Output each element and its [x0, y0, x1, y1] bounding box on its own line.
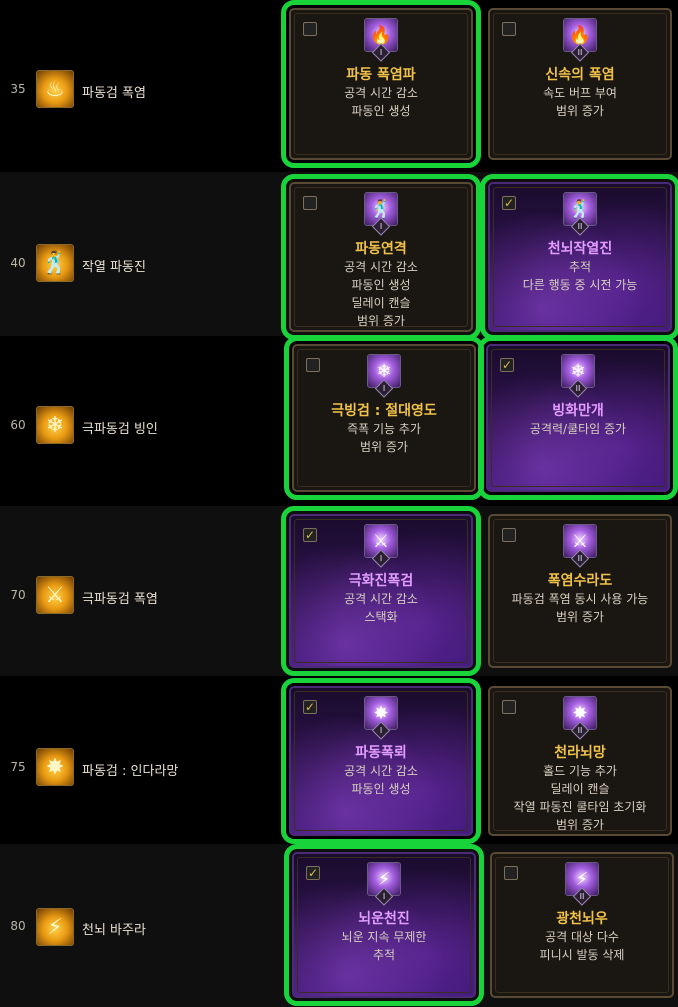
slash-rune-icon: ⚔ II	[563, 524, 597, 568]
skill-row-60: 60 ❄ 극파동검 빙인 ❄ I 극빙검 : 절대영도 즉폭 기능 추가 범위 증…	[0, 336, 678, 502]
skill-row-70: 70 ⚔ 극파동검 폭염 ✓ ⚔ I 극화진폭검 공격 시간 감소 스택화 ⚔ II…	[0, 506, 678, 676]
rune-checkbox[interactable]	[303, 22, 317, 36]
rune-desc-line: 파동인 생성	[351, 104, 411, 118]
rune-title: 빙화만개	[552, 403, 604, 419]
skill-name: 극파동검 빙인	[82, 422, 158, 437]
rune-title: 파동연격	[355, 241, 407, 257]
rune-title: 폭염수라도	[547, 573, 613, 589]
rune-desc-line: 공격력/쿨타임 증가	[529, 422, 627, 436]
rune-desc-line: 범위 증가	[360, 440, 408, 454]
thunder-cloud-icon: ⚡	[36, 908, 74, 946]
skill-row-75: 75 ✸ 파동검 : 인다라망 ✓ ✸ I 파동폭뢰 공격 시간 감소 파동인 생…	[0, 678, 678, 844]
rune-checkbox-checked[interactable]: ✓	[306, 866, 320, 880]
flame-rune-icon: 🔥 I	[364, 18, 398, 62]
skill-row-80: 80 ⚡ 천뇌 바주라 ✓ ⚡ I 뇌운천진 뇌운 지속 무제한 추적 ⚡ II 광…	[0, 844, 678, 1007]
rune-title: 극화진폭검	[348, 573, 414, 589]
rune-desc-line: 범위 증가	[556, 610, 604, 624]
rune-desc-line: 추적	[568, 260, 592, 274]
rune-checkbox[interactable]	[502, 528, 516, 542]
dancer-icon: 🕺	[36, 244, 74, 282]
flame-burst-icon: ♨	[36, 70, 74, 108]
rune-option-card[interactable]: 🕺 I 파동연격 공격 시간 감소 파동인 생성 딜레이 캔슬 범위 증가	[281, 174, 481, 340]
lightning-sphere-rune-icon: ✸ I	[364, 696, 398, 740]
rune-desc-line: 뇌운 지속 무제한	[341, 930, 427, 944]
flame-rune-icon: 🔥 II	[563, 18, 597, 62]
skill-name: 파동검 폭염	[82, 86, 146, 101]
rune-desc-line: 공격 시간 감소	[344, 86, 418, 100]
rune-checkbox-checked[interactable]: ✓	[303, 700, 317, 714]
rune-option-card[interactable]: ✸ II 천라뇌망 홀드 기능 추가 딜레이 캔슬 작열 파동진 쿨타임 초기화 …	[488, 686, 672, 836]
ice-crystal-rune-icon: ❄ I	[367, 354, 401, 398]
rune-option-card[interactable]: 🔥 I 파동 폭염파 공격 시간 감소 파동인 생성	[281, 0, 481, 168]
slash-rune-icon: ⚔ I	[364, 524, 398, 568]
rune-desc-line: 공격 시간 감소	[344, 260, 418, 274]
skill-level: 80	[10, 919, 26, 933]
rune-desc-line: 딜레이 캔슬	[351, 296, 411, 310]
skill-name: 파동검 : 인다라망	[82, 764, 179, 779]
rune-title: 광천뇌우	[556, 911, 608, 927]
rune-title: 극빙검 : 절대영도	[331, 403, 437, 419]
rune-desc-line: 범위 증가	[556, 818, 604, 832]
rune-option-card[interactable]: ❄ I 극빙검 : 절대영도 즉폭 기능 추가 범위 증가	[284, 336, 484, 500]
skill-name: 작열 파동진	[82, 260, 146, 275]
dancer-rune-icon: 🕺 I	[364, 192, 398, 236]
rune-checkbox-checked[interactable]: ✓	[500, 358, 514, 372]
dancer-rune-icon: 🕺 II	[563, 192, 597, 236]
lightning-sphere-icon: ✸	[36, 748, 74, 786]
rune-desc-line: 공격 시간 감소	[344, 592, 418, 606]
rune-checkbox[interactable]	[502, 700, 516, 714]
rune-desc-line: 파동인 생성	[351, 782, 411, 796]
rune-desc-line: 홀드 기능 추가	[543, 764, 617, 778]
rune-option-card-selected[interactable]: ✓ ❄ II 빙화만개 공격력/쿨타임 증가	[478, 336, 678, 500]
skill-level: 35	[10, 82, 26, 96]
rune-desc-line: 피니시 발동 삭제	[539, 948, 625, 962]
rune-option-card-selected[interactable]: ✓ ⚡ I 뇌운천진 뇌운 지속 무제한 추적	[284, 844, 484, 1006]
slash-flame-icon: ⚔	[36, 576, 74, 614]
rune-checkbox[interactable]	[306, 358, 320, 372]
rune-checkbox-checked[interactable]: ✓	[502, 196, 516, 210]
thunder-cloud-rune-icon: ⚡ I	[367, 862, 401, 906]
rune-option-card[interactable]: ⚔ II 폭염수라도 파동검 폭염 동시 사용 가능 범위 증가	[488, 514, 672, 668]
rune-option-card-selected[interactable]: ✓ 🕺 II 천뇌작열진 추적 다른 행동 중 시전 가능	[480, 174, 678, 340]
rune-desc-line: 딜레이 캔슬	[550, 782, 610, 796]
rune-checkbox[interactable]	[303, 196, 317, 210]
rune-desc-line: 다른 행동 중 시전 가능	[522, 278, 638, 292]
skill-name: 천뇌 바주라	[82, 923, 146, 938]
rune-checkbox[interactable]	[502, 22, 516, 36]
skill-level: 40	[10, 256, 26, 270]
rune-desc-line: 범위 증가	[357, 314, 405, 328]
rune-option-card-selected[interactable]: ✓ ⚔ I 극화진폭검 공격 시간 감소 스택화	[281, 506, 481, 676]
rune-option-card[interactable]: ⚡ II 광천뇌우 공격 대상 다수 피니시 발동 삭제	[490, 852, 674, 998]
rune-title: 뇌운천진	[358, 911, 410, 927]
rune-desc-line: 즉폭 기능 추가	[347, 422, 421, 436]
rune-desc-line: 작열 파동진 쿨타임 초기화	[513, 800, 647, 814]
rune-desc-line: 공격 시간 감소	[344, 764, 418, 778]
rune-checkbox-checked[interactable]: ✓	[303, 528, 317, 542]
rune-desc-line: 스택화	[364, 610, 398, 624]
skill-level: 75	[10, 760, 26, 774]
lightning-sphere-rune-icon: ✸ II	[563, 696, 597, 740]
skill-level: 60	[10, 418, 26, 432]
rune-desc-line: 범위 증가	[556, 104, 604, 118]
skill-row-40: 40 🕺 작열 파동진 🕺 I 파동연격 공격 시간 감소 파동인 생성 딜레이 …	[0, 172, 678, 340]
rune-desc-line: 공격 대상 다수	[545, 930, 619, 944]
rune-title: 파동 폭염파	[346, 67, 416, 83]
rune-desc-line: 추적	[372, 948, 396, 962]
ice-crystal-rune-icon: ❄ II	[561, 354, 595, 398]
rune-option-card[interactable]: 🔥 II 신속의 폭염 속도 버프 부여 범위 증가	[488, 8, 672, 160]
rune-checkbox[interactable]	[504, 866, 518, 880]
rune-title: 천뇌작열진	[547, 241, 613, 257]
rune-title: 신속의 폭염	[545, 67, 615, 83]
rune-desc-line: 파동인 생성	[351, 278, 411, 292]
rune-desc-line: 속도 버프 부여	[543, 86, 617, 100]
skill-row-35: 35 ♨ 파동검 폭염 🔥 I 파동 폭염파 공격 시간 감소 파동인 생성 🔥 I…	[0, 0, 678, 170]
thunder-cloud-rune-icon: ⚡ II	[565, 862, 599, 906]
skill-name: 극파동검 폭염	[82, 592, 158, 607]
rune-title: 파동폭뢰	[355, 745, 407, 761]
rune-desc-line: 파동검 폭염 동시 사용 가능	[511, 592, 649, 606]
rune-title: 천라뇌망	[554, 745, 606, 761]
skill-level: 70	[10, 588, 26, 602]
ice-crystal-icon: ❄	[36, 406, 74, 444]
rune-option-card-selected[interactable]: ✓ ✸ I 파동폭뢰 공격 시간 감소 파동인 생성	[281, 678, 481, 844]
